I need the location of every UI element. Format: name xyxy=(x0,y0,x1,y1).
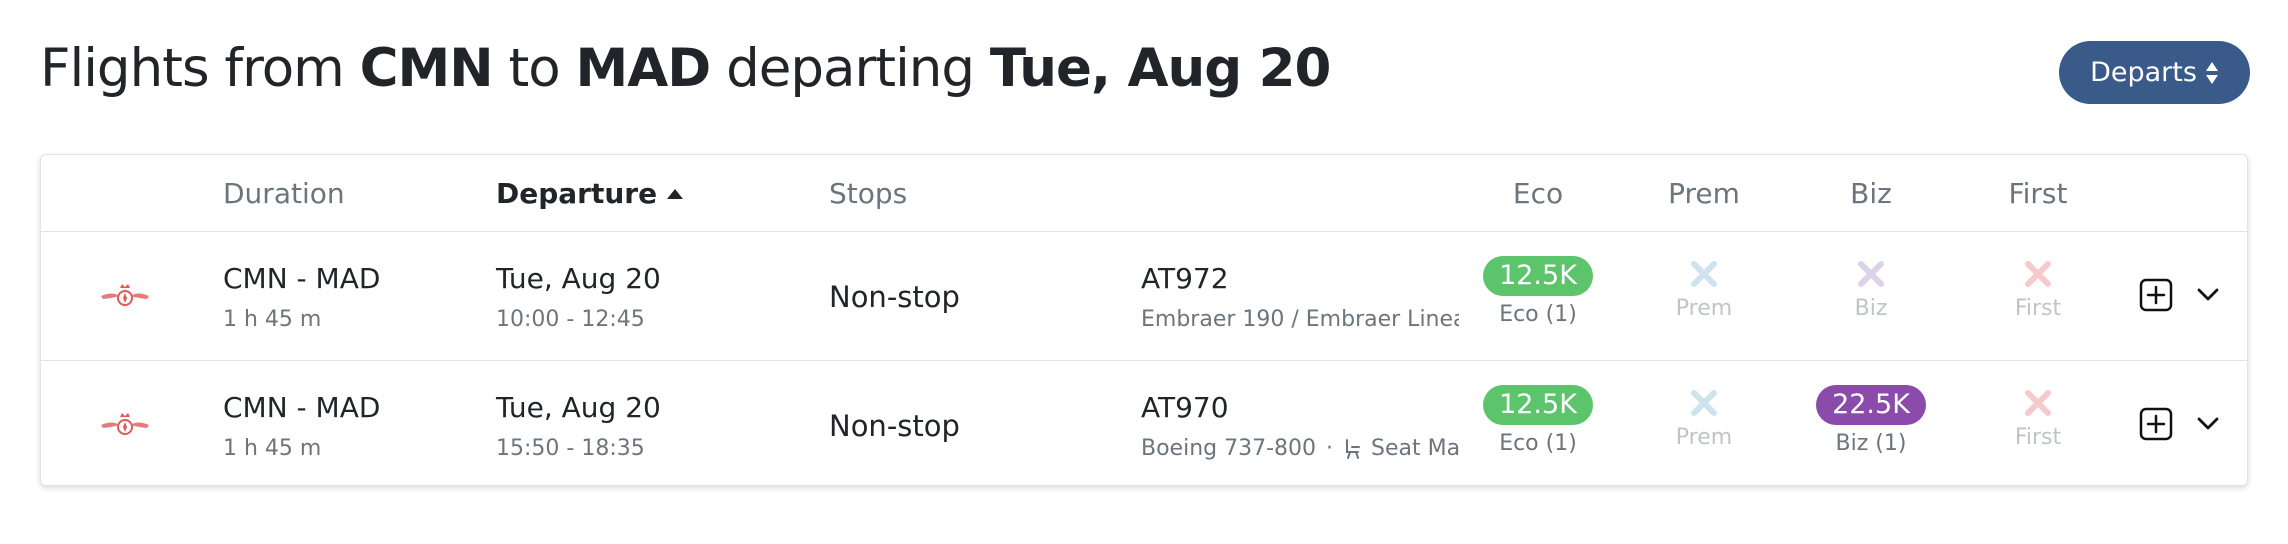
fare-prem: Prem xyxy=(1634,385,1774,450)
fare-biz: Biz xyxy=(1801,256,1941,321)
plus-square-icon[interactable] xyxy=(2139,407,2173,441)
column-prem[interactable]: Prem xyxy=(1668,177,1740,210)
flight-info-cell: AT972 Embraer 190 / Embraer Lineage 1000 xyxy=(1141,262,1459,332)
sort-button-label: Departs xyxy=(2090,57,2197,88)
departure-date: Tue, Aug 20 xyxy=(496,262,661,295)
route-text: CMN - MAD xyxy=(223,391,381,424)
column-departure-label: Departure xyxy=(496,177,658,210)
x-icon xyxy=(2025,261,2051,287)
sort-departs-button[interactable]: Departs xyxy=(2059,41,2250,104)
aircraft-text: Boeing 737-800 xyxy=(1141,436,1317,461)
first-fare-label: First xyxy=(2014,296,2062,321)
title-prefix: Flights from xyxy=(40,38,360,99)
fare-eco[interactable]: 12.5K Eco (1) xyxy=(1468,385,1608,456)
route-cell: CMN - MAD 1 h 45 m xyxy=(223,262,380,332)
fare-prem: Prem xyxy=(1634,256,1774,321)
eco-price-badge[interactable]: 12.5K xyxy=(1483,256,1593,296)
seat-map-label: Seat Map xyxy=(1371,436,1459,461)
eco-fare-label: Eco (1) xyxy=(1499,431,1577,456)
eco-fare-label: Eco (1) xyxy=(1499,302,1577,327)
eco-price-badge[interactable]: 12.5K xyxy=(1483,385,1593,425)
column-eco[interactable]: Eco xyxy=(1513,177,1563,210)
column-biz[interactable]: Biz xyxy=(1850,177,1892,210)
departure-cell: Tue, Aug 20 10:00 - 12:45 xyxy=(496,262,661,332)
route-text: CMN - MAD xyxy=(223,262,381,295)
first-fare-label: First xyxy=(2014,425,2062,450)
flights-table: Duration Departure Stops Eco Prem Biz Fi… xyxy=(40,154,2248,486)
chevron-down-icon[interactable] xyxy=(2197,288,2219,302)
separator-dot: · xyxy=(1326,436,1334,461)
sort-updown-icon xyxy=(2205,61,2218,84)
royal-air-maroc-logo xyxy=(101,413,149,435)
flight-row[interactable]: CMN - MAD 1 h 45 m Tue, Aug 20 10:00 - 1… xyxy=(41,232,2247,361)
departure-times: 15:50 - 18:35 xyxy=(496,436,645,461)
fare-first: First xyxy=(1968,385,2108,450)
column-duration[interactable]: Duration xyxy=(223,177,345,210)
title-to: to xyxy=(492,38,576,99)
sort-ascending-icon xyxy=(667,188,684,199)
biz-fare-label: Biz xyxy=(1854,296,1888,321)
biz-price-badge[interactable]: 22.5K xyxy=(1816,385,1926,425)
x-icon xyxy=(1691,261,1717,287)
destination-code: MAD xyxy=(575,38,712,99)
title-departing: departing xyxy=(710,38,990,99)
column-first[interactable]: First xyxy=(2009,177,2068,210)
chevron-down-icon[interactable] xyxy=(2197,417,2219,431)
route-cell: CMN - MAD 1 h 45 m xyxy=(223,391,380,461)
flight-number: AT972 xyxy=(1141,262,1229,295)
fare-first: First xyxy=(1968,256,2108,321)
origin-code: CMN xyxy=(359,38,494,99)
x-icon xyxy=(2025,390,2051,416)
title-date: Tue, Aug 20 xyxy=(989,38,1331,99)
column-departure[interactable]: Departure xyxy=(496,177,684,210)
duration-text: 1 h 45 m xyxy=(223,307,322,332)
row-actions xyxy=(2139,407,2219,441)
stops-text: Non-stop xyxy=(829,280,960,314)
departure-times: 10:00 - 12:45 xyxy=(496,307,645,332)
fare-biz[interactable]: 22.5K Biz (1) xyxy=(1801,385,1941,456)
royal-air-maroc-logo xyxy=(101,284,149,306)
departure-cell: Tue, Aug 20 15:50 - 18:35 xyxy=(496,391,661,461)
biz-fare-label: Biz (1) xyxy=(1835,431,1907,456)
aircraft-text: Embraer 190 / Embraer Lineage 1000 xyxy=(1141,307,1459,332)
x-icon xyxy=(1691,390,1717,416)
prem-fare-label: Prem xyxy=(1675,425,1733,450)
duration-text: 1 h 45 m xyxy=(223,436,322,461)
page-title: Flights from CMN to MAD departing Tue, A… xyxy=(40,38,1331,99)
row-actions xyxy=(2139,278,2219,312)
prem-fare-label: Prem xyxy=(1675,296,1733,321)
seat-icon xyxy=(1346,438,1361,459)
flight-number: AT970 xyxy=(1141,391,1229,424)
fare-eco[interactable]: 12.5K Eco (1) xyxy=(1468,256,1608,327)
departure-date: Tue, Aug 20 xyxy=(496,391,661,424)
flight-info-cell: AT970 Boeing 737-800 · Seat Map xyxy=(1141,391,1459,461)
x-icon xyxy=(1858,261,1884,287)
table-header: Duration Departure Stops Eco Prem Biz Fi… xyxy=(41,155,2247,232)
page-header: Flights from CMN to MAD departing Tue, A… xyxy=(0,0,2288,150)
plus-square-icon[interactable] xyxy=(2139,278,2173,312)
stops-text: Non-stop xyxy=(829,409,960,443)
flight-row[interactable]: CMN - MAD 1 h 45 m Tue, Aug 20 15:50 - 1… xyxy=(41,361,2247,489)
column-stops[interactable]: Stops xyxy=(829,177,907,210)
seat-map-link[interactable]: Seat Map xyxy=(1343,436,1459,461)
